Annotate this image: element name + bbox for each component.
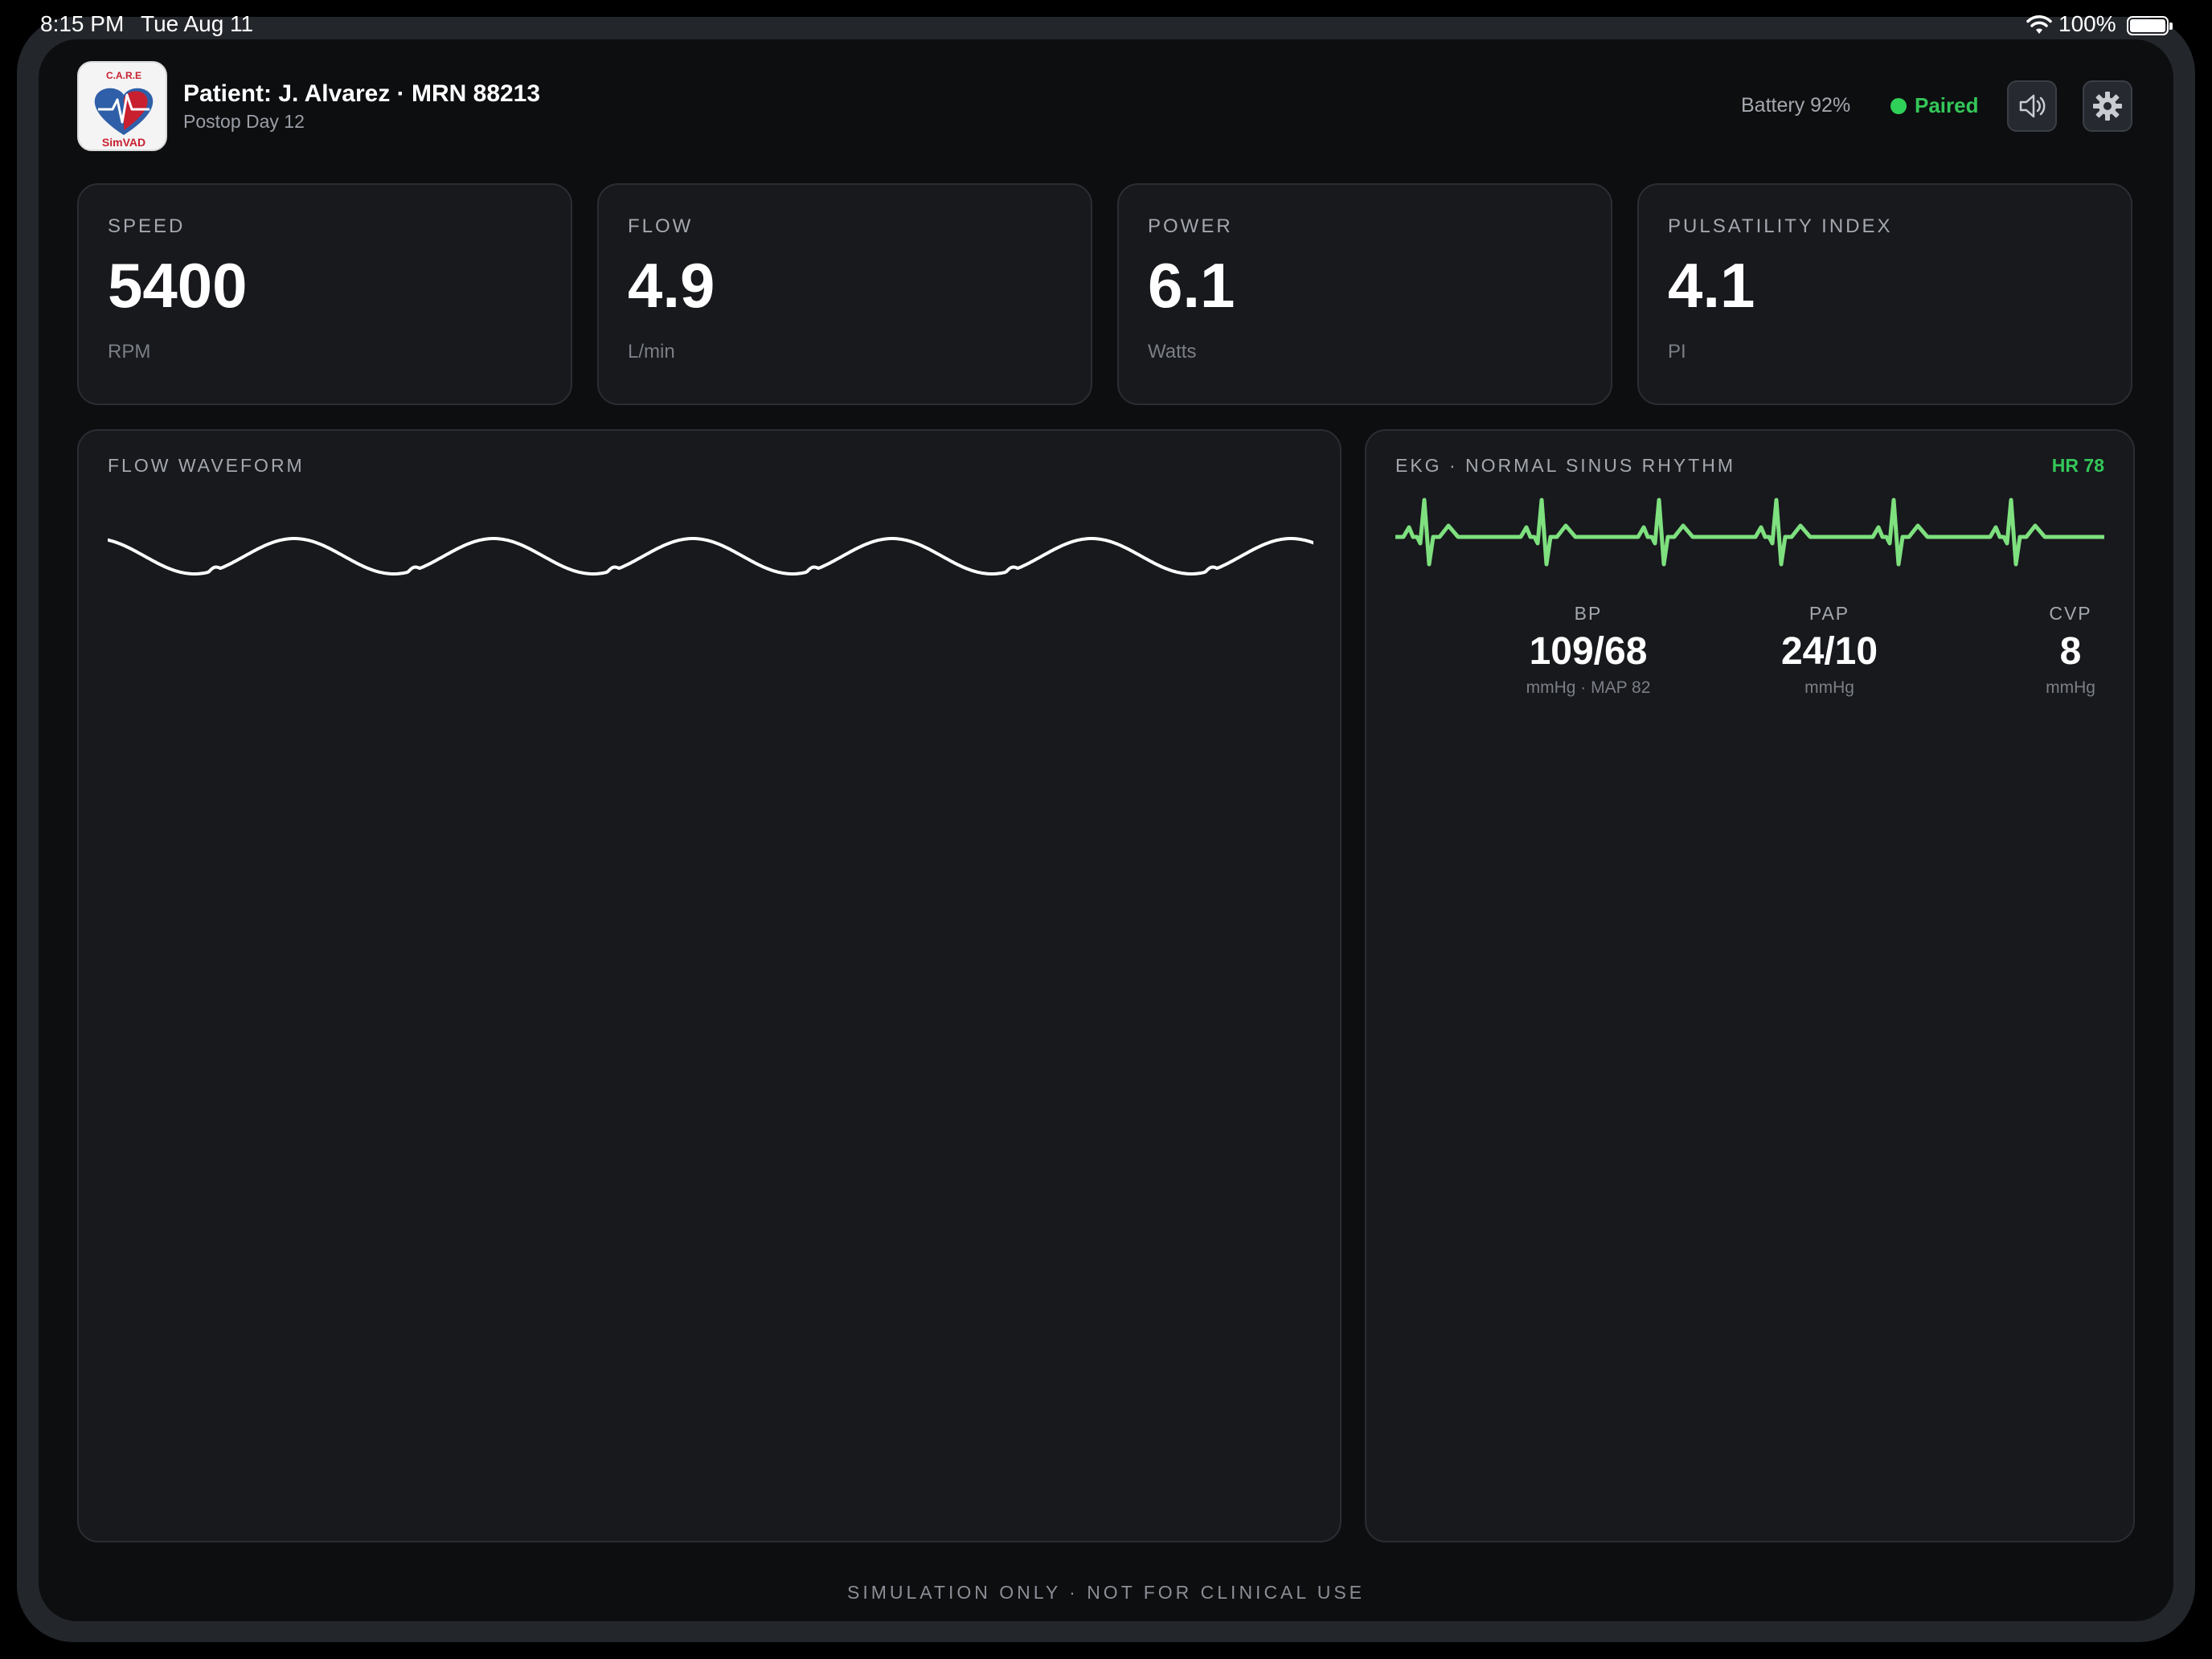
patient-title: Patient: J. Alvarez · MRN 88213 [183,80,541,107]
metric-label: PULSATILITY INDEX [1668,215,1893,237]
speaker-icon [2019,94,2046,118]
metric-label: FLOW [628,215,694,237]
logo-top-text: C.A.R.E [106,70,141,81]
vital-label: CVP [2049,603,2092,624]
paired-label: Paired [1915,93,1979,117]
status-time: 8:15 PM [40,11,125,36]
flow-waveform-graph [108,537,1313,576]
cvp-vital: CVP 8 mmHg [1966,603,2175,698]
wifi-icon [2026,15,2052,34]
vital-unit: mmHg [2046,678,2095,697]
paired-status: Paired [1890,93,1979,118]
ekg-title: EKG · NORMAL SINUS RHYTHM [1395,455,1736,476]
postop-day: Postop Day 12 [183,111,305,132]
device-battery: Battery 92% [1741,94,1851,117]
power-card: POWER 6.1 Watts [1117,183,1612,405]
vital-value: 8 [2059,630,2082,673]
vital-unit: mmHg [1804,678,1854,697]
flow-card: FLOW 4.9 L/min [597,183,1092,405]
app-logo: C.A.R.E SimVAD [77,61,167,151]
logo-bottom-text: SimVAD [102,136,145,149]
footer-disclaimer: SIMULATION ONLY · NOT FOR CLINICAL USE [846,1582,1366,1603]
pap-vital: PAP 24/10 mmHg [1725,603,1934,698]
speed-card: SPEED 5400 RPM [77,183,572,405]
metric-value: 5400 [108,250,248,321]
heart-rate: HR 78 [2051,455,2104,476]
vital-value: 24/10 [1780,630,1878,673]
bp-vital: BP 109/68 mmHg · MAP 82 [1484,603,1693,698]
status-date: Tue Aug 11 [141,11,254,36]
ekg-line [1395,498,2104,567]
metric-unit: PI [1668,341,1686,363]
vital-label: PAP [1809,603,1850,624]
paired-indicator-dot [1890,97,1907,114]
vital-label: BP [1574,603,1603,624]
metric-unit: RPM [108,341,151,363]
vital-value: 109/68 [1529,630,1648,673]
gear-icon [2093,92,2122,121]
settings-button[interactable] [2083,80,2132,132]
ekg-graph [1395,498,2104,567]
metric-unit: Watts [1148,341,1197,363]
flow-waveform-line [108,537,1313,576]
metric-label: POWER [1148,215,1233,237]
status-bar: 8:15 PM Tue Aug 11 100% [0,0,2212,45]
pulsatility-index-card: PULSATILITY INDEX 4.1 PI [1637,183,2132,405]
metric-value: 4.1 [1668,250,1755,321]
metric-unit: L/min [628,341,675,363]
metric-label: SPEED [108,215,186,237]
metric-value: 6.1 [1148,250,1235,321]
status-battery-percent: 100% [2058,11,2116,36]
sound-button[interactable] [2007,80,2057,132]
vital-unit: mmHg · MAP 82 [1526,678,1651,697]
flow-waveform-panel: FLOW WAVEFORM [77,429,1342,1542]
flow-waveform-title: FLOW WAVEFORM [108,455,305,476]
ekg-panel: EKG · NORMAL SINUS RHYTHM HR 78 BP 109/6… [1365,429,2135,1542]
battery-icon [2127,16,2173,35]
metric-value: 4.9 [628,250,715,321]
